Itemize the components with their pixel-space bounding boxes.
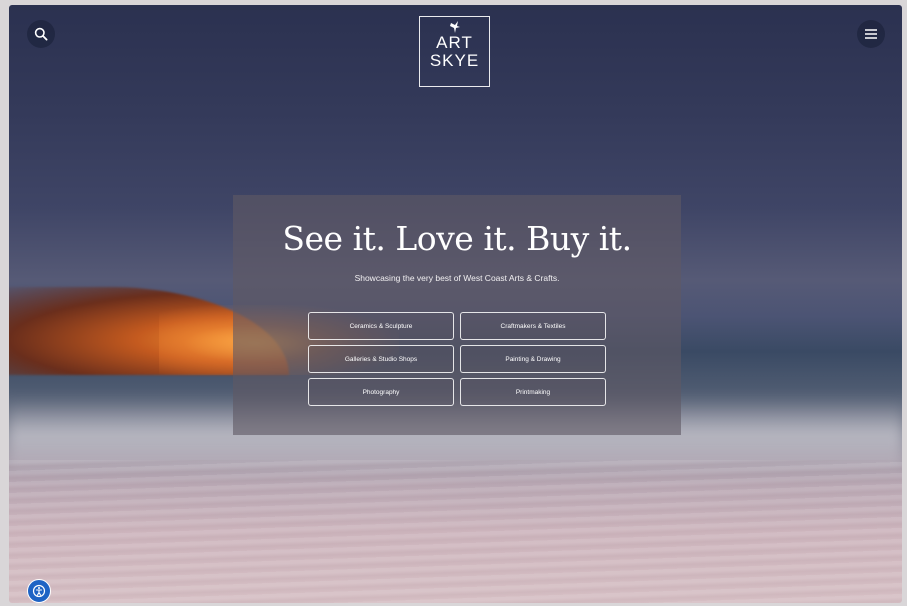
- hero-headline: See it. Love it. Buy it.: [282, 219, 632, 258]
- hero-tagline: Showcasing the very best of West Coast A…: [354, 273, 560, 283]
- category-photography-button[interactable]: Photography: [308, 378, 454, 406]
- accessibility-button[interactable]: [27, 579, 51, 603]
- category-painting-drawing-button[interactable]: Painting & Drawing: [460, 345, 606, 373]
- category-galleries-studio-shops-button[interactable]: Galleries & Studio Shops: [308, 345, 454, 373]
- beach-surf: [9, 460, 902, 603]
- hamburger-menu-icon: [865, 29, 877, 39]
- search-button[interactable]: [27, 20, 55, 48]
- hero-panel: See it. Love it. Buy it. Showcasing the …: [233, 195, 681, 435]
- category-ceramics-sculpture-button[interactable]: Ceramics & Sculpture: [308, 312, 454, 340]
- logo-line-1: ART: [436, 33, 473, 52]
- bird-icon: [449, 21, 460, 33]
- accessibility-icon: [32, 584, 46, 598]
- category-buttons: Ceramics & Sculpture Craftmakers & Texti…: [308, 312, 606, 406]
- site-logo[interactable]: ART SKYE: [419, 16, 490, 87]
- search-icon: [34, 27, 48, 41]
- category-craftmakers-textiles-button[interactable]: Craftmakers & Textiles: [460, 312, 606, 340]
- menu-button[interactable]: [857, 20, 885, 48]
- category-printmaking-button[interactable]: Printmaking: [460, 378, 606, 406]
- logo-line-2: SKYE: [429, 51, 480, 70]
- hero-background: ART SKYE See it. Love it. Buy it. Showca…: [9, 5, 902, 603]
